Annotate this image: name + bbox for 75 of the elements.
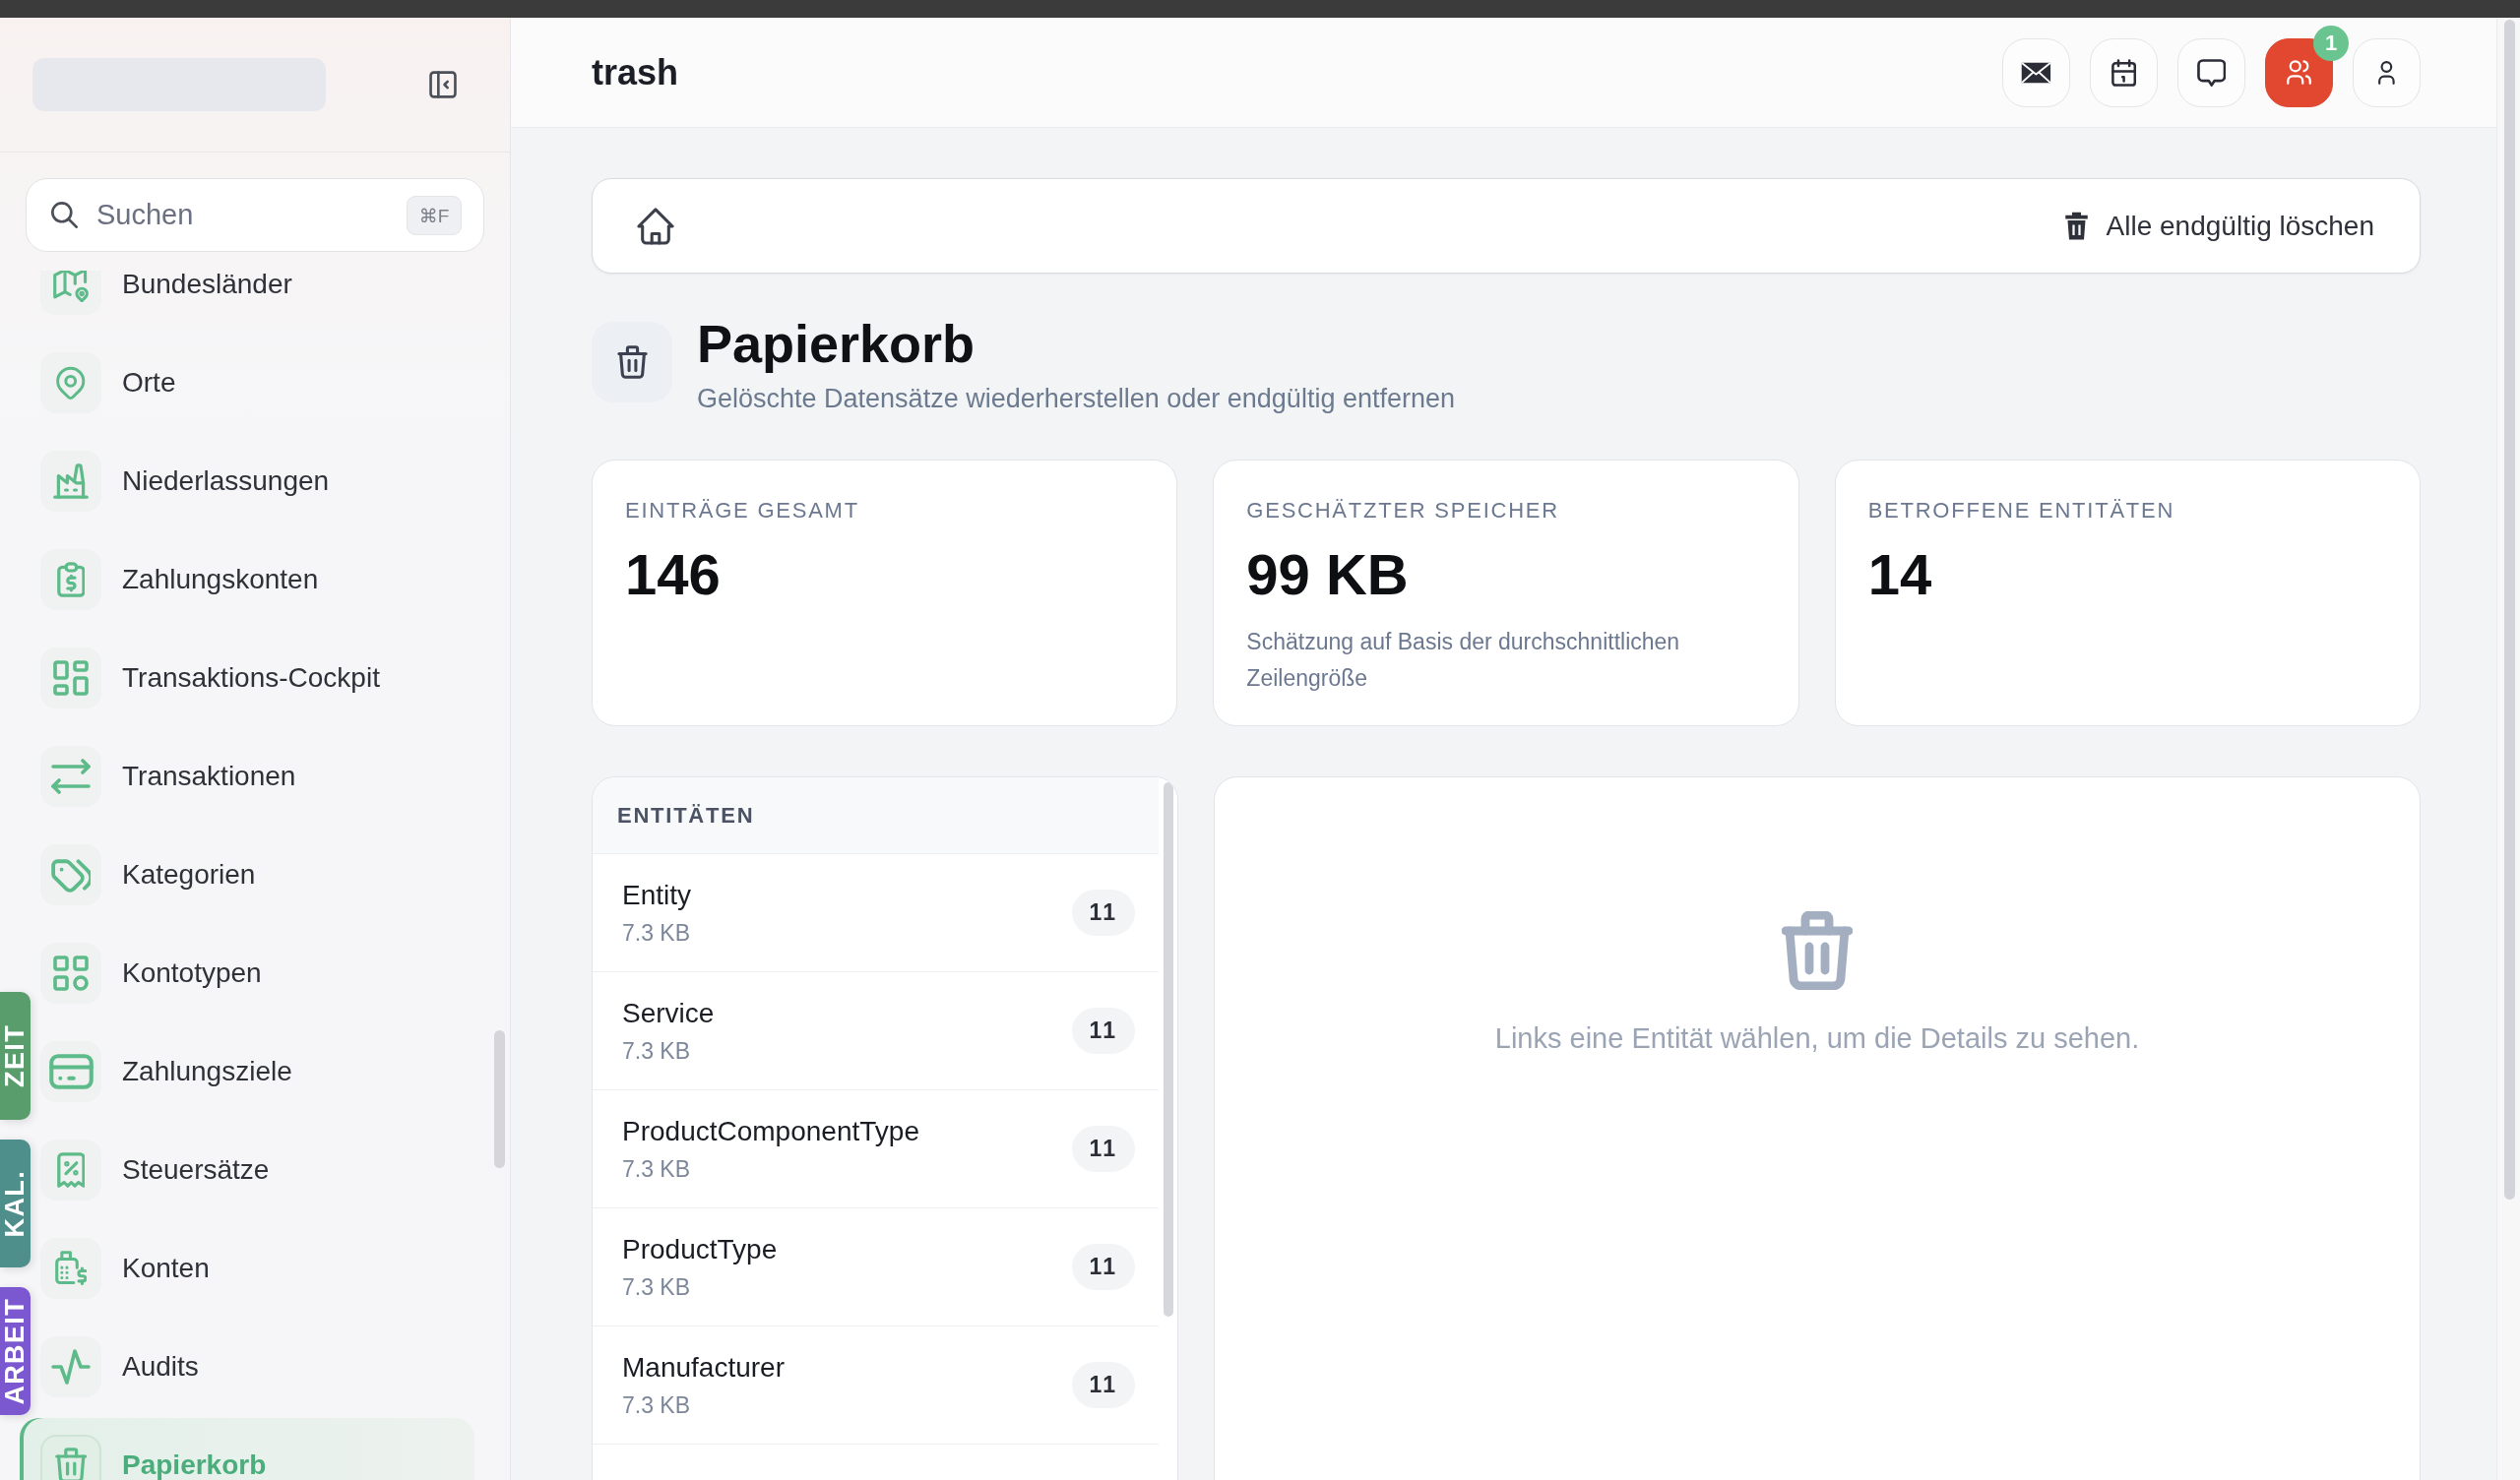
count-pill: 11 — [1072, 890, 1135, 936]
entity-name: Entity — [622, 878, 692, 912]
home-icon[interactable] — [637, 207, 674, 245]
dashboard-icon — [40, 648, 101, 709]
entity-size: 7.3 KB — [622, 1036, 692, 1066]
entity-name: ProductType — [622, 1232, 778, 1266]
entity-name: Manufacturer — [622, 1350, 785, 1385]
chat-bubble-button[interactable] — [2177, 37, 2245, 107]
nav-item[interactable]: Zahlungsziele — [35, 1024, 474, 1119]
nav-item[interactable]: Niederlassungen — [35, 434, 474, 528]
count-pill: 11 — [1072, 1362, 1135, 1408]
page-subtitle: Gelöschte Datensätze wiederherstellen oder endgültig entfernen — [697, 383, 1455, 415]
count-pill: 11 — [1072, 1008, 1135, 1054]
scrollbar[interactable] — [1164, 782, 1173, 1317]
stat-label: EINTRÄGE GESAMT — [625, 497, 860, 524]
swap-arrows-icon — [40, 746, 101, 807]
notification-badge: 1 — [2313, 25, 2349, 61]
nav-item[interactable]: Orte — [35, 336, 474, 430]
entity-name: ProductComponentType — [622, 1114, 919, 1148]
nav-item[interactable]: Steuersätze — [35, 1123, 474, 1217]
chat-bubble-icon — [2196, 58, 2227, 87]
list-header: ENTITÄTEN — [593, 777, 1159, 854]
pulse-icon — [40, 1336, 101, 1397]
trash-icon — [2063, 211, 2089, 241]
nav-item[interactable]: Kategorien — [35, 828, 474, 922]
stat-note: Schätzung auf Basis der durchschnittlichen Zeilengröße — [1246, 628, 1681, 693]
header-title: trash — [592, 50, 679, 94]
nav-item[interactable]: Kontotypen — [35, 926, 474, 1020]
scrollbar[interactable] — [494, 1030, 505, 1168]
nav-item[interactable]: Bundesländer — [35, 271, 474, 332]
calendar-button[interactable] — [2090, 37, 2158, 107]
entity-size: 7.3 KB — [622, 1390, 692, 1420]
stat-label: GESCHÄTZTER SPEICHER — [1246, 497, 1560, 524]
scrollbar[interactable] — [2504, 20, 2515, 1200]
entity-size: 7.3 KB — [622, 1154, 692, 1184]
tags-icon — [40, 844, 101, 905]
credit-card-icon — [40, 1041, 101, 1102]
factory-icon — [40, 451, 101, 512]
clipboard-dollar-icon — [40, 549, 101, 610]
nav-item[interactable]: Zahlungskonten — [35, 532, 474, 627]
stat-value: 14 — [1867, 542, 1933, 607]
nav-item[interactable]: Transaktions-Cockpit — [35, 631, 474, 725]
shapes-grid-icon — [40, 943, 101, 1004]
users-icon — [2287, 60, 2311, 85]
entity-size: 7.3 KB — [622, 918, 692, 948]
stat-label: BETROFFENE ENTITÄTEN — [1867, 497, 2176, 524]
count-pill: 11 — [1072, 1126, 1135, 1172]
search-icon — [51, 202, 78, 228]
nav-item[interactable]: Transaktionen — [35, 729, 474, 824]
empty-state-text: Links eine Entität wählen, um die Details zu sehen. — [1494, 1021, 2140, 1056]
side-tab[interactable]: ARBEIT — [0, 1287, 31, 1415]
user-button[interactable] — [2353, 37, 2421, 107]
count-pill: 11 — [1072, 1244, 1135, 1290]
stat-value: 146 — [625, 542, 722, 607]
location-pin-icon — [40, 352, 101, 413]
user-icon — [2378, 60, 2395, 85]
shortcut-key: ⌘F — [407, 196, 462, 235]
stat-value: 99 KB — [1246, 542, 1410, 607]
mail-icon — [2021, 61, 2051, 84]
sidebar-toggle-icon[interactable] — [429, 71, 457, 98]
entity-size: 7.3 KB — [622, 1272, 692, 1302]
nav-item[interactable]: Konten — [35, 1221, 474, 1316]
cash-register-icon — [40, 1238, 101, 1299]
page-title: Papierkorb — [697, 313, 976, 374]
nav-item[interactable]: Audits — [35, 1320, 474, 1414]
side-tab[interactable]: KAL. — [0, 1140, 31, 1267]
trash-icon — [1782, 911, 1853, 990]
trash-icon — [40, 1435, 101, 1480]
delete-all-button[interactable]: Alle endgültig löschen — [2063, 210, 2374, 242]
map-pin-icon — [40, 271, 101, 315]
receipt-percent-icon — [40, 1140, 101, 1201]
calendar-icon — [2110, 58, 2137, 87]
entity-name: Service — [622, 996, 715, 1030]
trash-icon — [592, 322, 672, 402]
mail-button[interactable] — [2002, 37, 2070, 107]
